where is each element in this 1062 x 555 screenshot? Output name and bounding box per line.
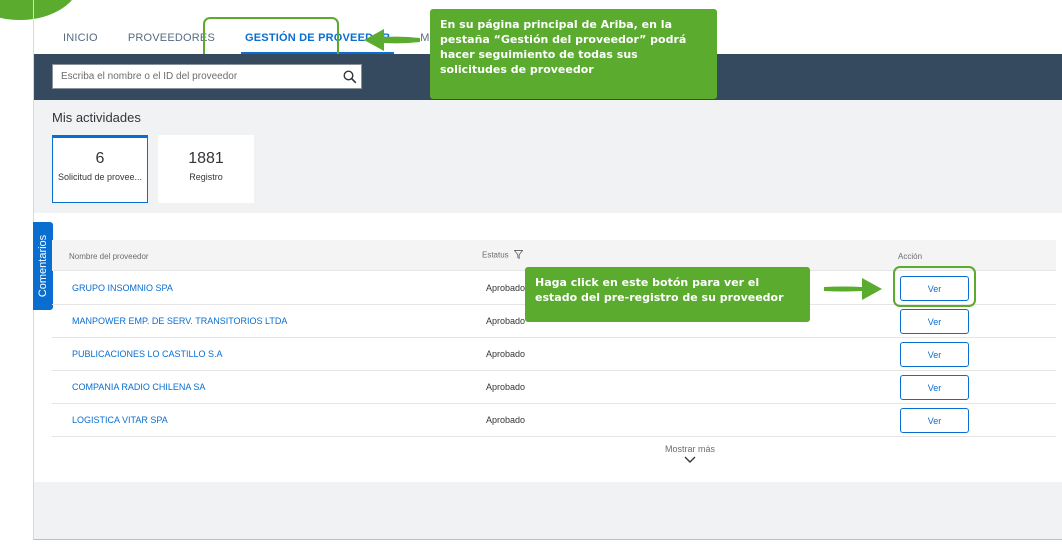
ver-button-highlight	[893, 266, 976, 307]
show-more-button[interactable]: Mostrar más	[640, 444, 740, 463]
status-value: Aprobado	[486, 316, 526, 326]
show-more-label: Mostrar más	[664, 444, 715, 454]
table-row: PUBLICACIONES LO CASTILLO S.A Aprobado V…	[52, 338, 1056, 371]
ver-button[interactable]: Ver	[900, 375, 969, 400]
status-value: Aprobado	[486, 283, 526, 293]
status-value: Aprobado	[486, 415, 526, 425]
tile-solicitud[interactable]: 6 Solicitud de provee...	[52, 135, 148, 203]
table-row: LOGISTICA VITAR SPA Aprobado Ver	[52, 404, 1056, 437]
tile-label: Registro	[189, 172, 223, 182]
supplier-name-link[interactable]: GRUPO INSOMNIO SPA	[72, 283, 173, 293]
ver-button[interactable]: Ver	[900, 342, 969, 367]
filter-icon[interactable]	[513, 250, 524, 261]
arrow-right-icon	[824, 278, 882, 300]
footer-area	[34, 482, 1062, 539]
supplier-name-link[interactable]: MANPOWER EMP. DE SERV. TRANSITORIOS LTDA	[72, 316, 287, 326]
search-icon[interactable]	[339, 66, 361, 88]
chevron-down-icon	[684, 456, 696, 463]
arrow-left-icon	[364, 29, 420, 51]
header-action: Acción	[898, 252, 923, 261]
feedback-label: Comentarios	[37, 234, 49, 298]
supplier-name-link[interactable]: LOGISTICA VITAR SPA	[72, 415, 168, 425]
search-placeholder: Escriba el nombre o el ID del proveedor	[61, 71, 238, 82]
callout-button-note: Haga click en este botón para ver el est…	[525, 267, 810, 322]
ver-button[interactable]: Ver	[900, 408, 969, 433]
tile-count: 6	[95, 150, 105, 167]
header-status-group: Estatus	[482, 250, 524, 261]
callout-tab-note: En su página principal de Ariba, en la p…	[430, 9, 717, 99]
tab-proveedores[interactable]: PROVEEDORES	[128, 32, 215, 44]
tile-count: 1881	[188, 150, 224, 167]
tile-label: Solicitud de provee...	[57, 172, 143, 182]
tile-registro[interactable]: 1881 Registro	[158, 135, 254, 203]
ver-button[interactable]: Ver	[900, 309, 969, 334]
supplier-name-link[interactable]: PUBLICACIONES LO CASTILLO S.A	[72, 349, 223, 359]
header-name: Nombre del proveedor	[69, 252, 149, 261]
activities-title: Mis actividades	[52, 110, 141, 125]
tab-inicio[interactable]: INICIO	[63, 32, 98, 44]
status-value: Aprobado	[486, 349, 526, 359]
header-status: Estatus	[482, 250, 509, 260]
supplier-name-link[interactable]: COMPANIA RADIO CHILENA SA	[72, 382, 205, 392]
feedback-tab[interactable]: Comentarios	[33, 222, 53, 310]
search-input[interactable]: Escriba el nombre o el ID del proveedor	[52, 64, 362, 89]
table-row: COMPANIA RADIO CHILENA SA Aprobado Ver	[52, 371, 1056, 404]
status-value: Aprobado	[486, 382, 526, 392]
